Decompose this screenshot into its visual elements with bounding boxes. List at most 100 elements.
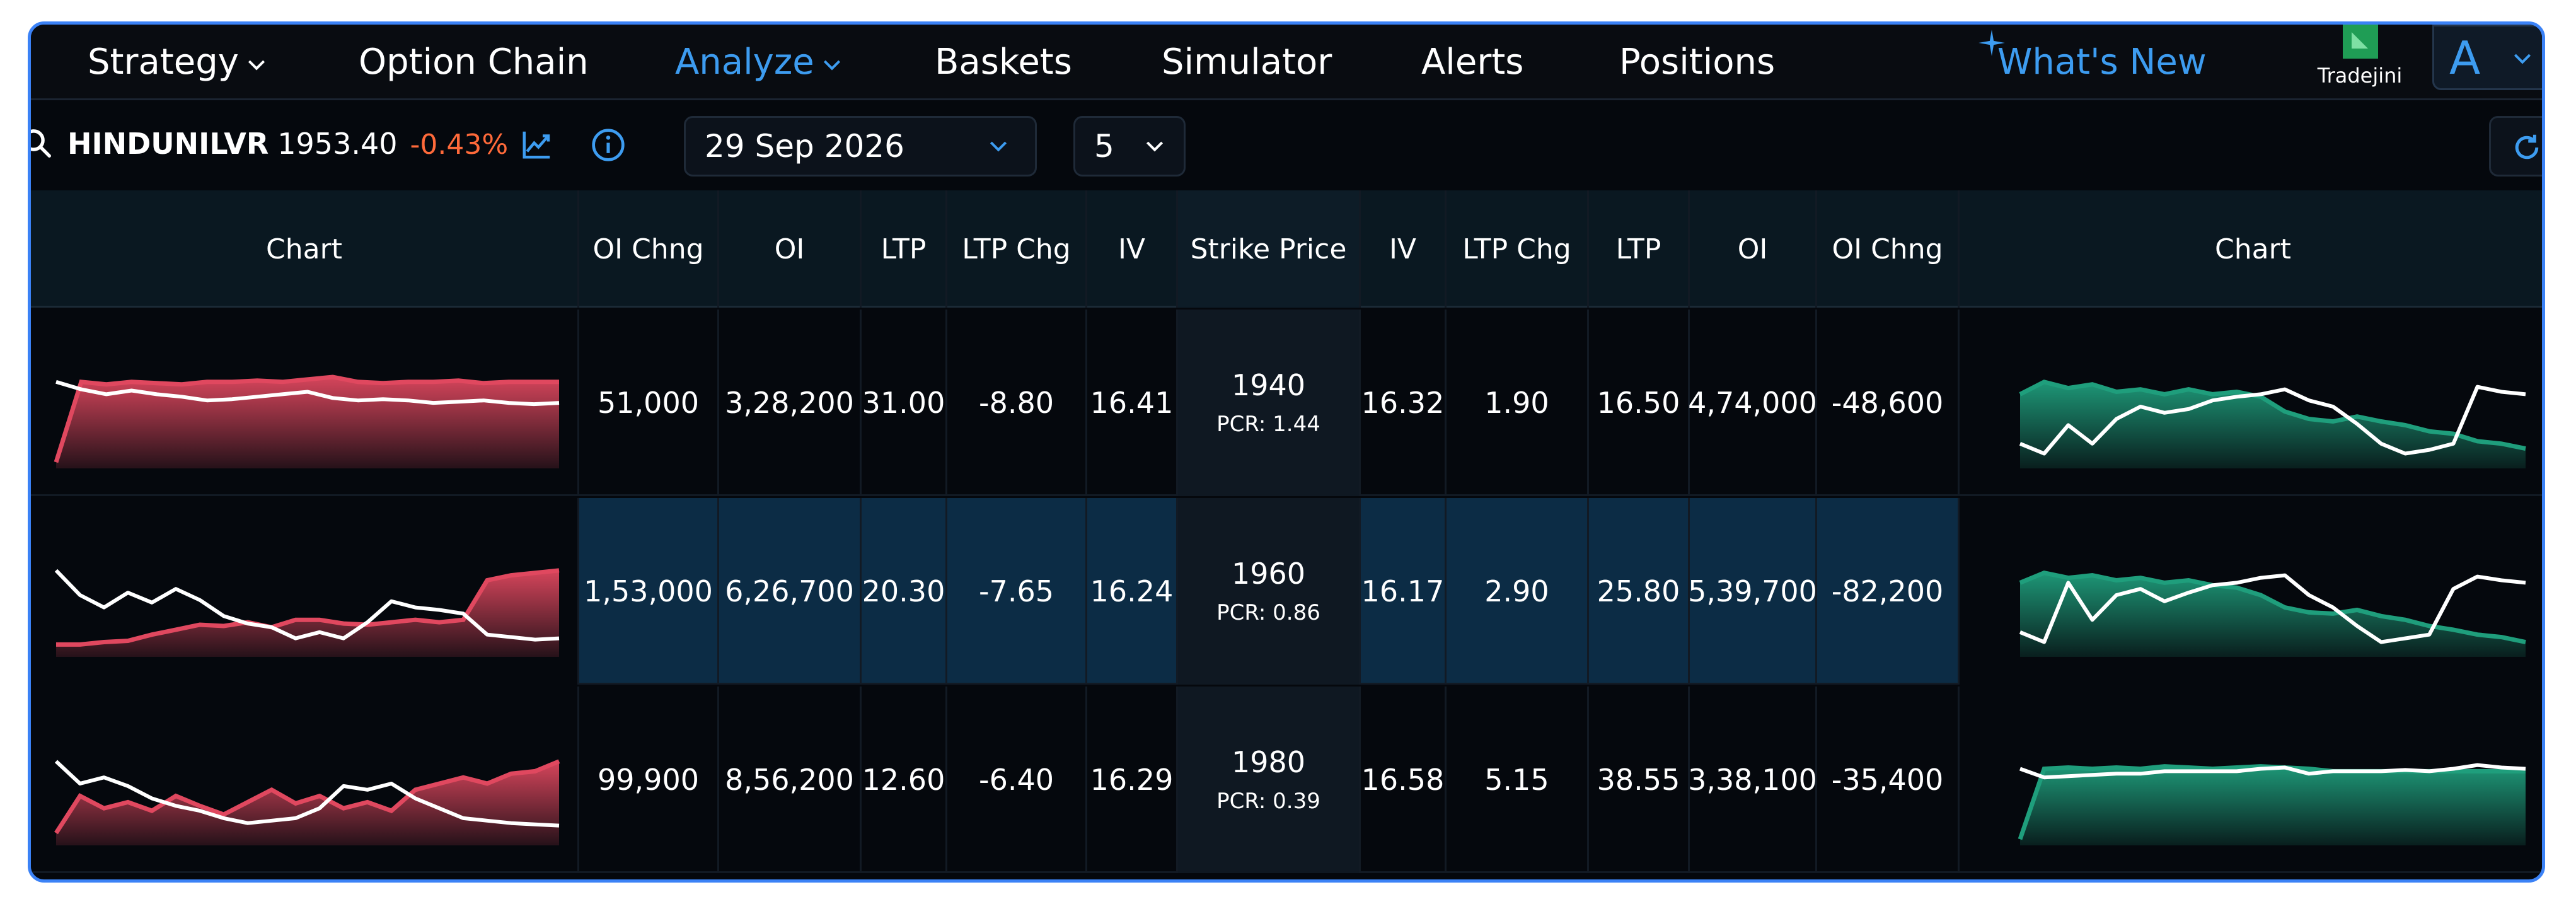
nav-analyze[interactable]: Analyze	[675, 25, 845, 100]
call-chart-cell[interactable]	[31, 498, 579, 685]
account-avatar: A	[2449, 32, 2481, 84]
nav-baskets[interactable]: Baskets	[935, 25, 1072, 100]
put-oi-chng: -48,600	[1817, 310, 1960, 496]
put-chart-cell[interactable]	[1960, 498, 2542, 685]
header-put-iv: IV	[1361, 190, 1447, 308]
pcr-value: PCR: 0.39	[1216, 789, 1320, 814]
put-oi: 4,74,000	[1688, 310, 1817, 496]
header-put-ltp: LTP	[1589, 190, 1690, 308]
put-chart-cell[interactable]	[1960, 687, 2542, 873]
search-icon[interactable]	[28, 126, 54, 160]
put-iv: 16.58	[1361, 687, 1447, 873]
sparkline-chart	[54, 568, 560, 657]
sparkline-chart	[2018, 763, 2526, 845]
call-oi-chng: 51,000	[579, 310, 719, 496]
nav-positions[interactable]: Positions	[1619, 25, 1775, 100]
header-put-oi: OI	[1690, 190, 1817, 308]
chevron-down-icon	[819, 52, 845, 77]
sparkline-chart	[54, 759, 560, 845]
table-row[interactable]: 51,000 3,28,200 31.00 -8.80 16.41 1940 PCR: 1.…	[31, 310, 2542, 496]
header-strike-price: Strike Price	[1178, 190, 1361, 308]
whats-new-link[interactable]: What's New	[1978, 25, 2207, 100]
broker-badge[interactable]: Tradejini	[2313, 25, 2407, 100]
header-call-iv: IV	[1087, 190, 1178, 308]
account-menu-button[interactable]: A	[2432, 25, 2542, 90]
expiry-value: 29 Sep 2026	[705, 128, 904, 165]
call-oi: 6,26,700	[719, 498, 862, 685]
info-icon[interactable]	[591, 127, 626, 163]
put-iv: 16.32	[1361, 310, 1447, 496]
oi-area	[2020, 381, 2526, 468]
nav-simulator[interactable]: Simulator	[1162, 25, 1332, 100]
header-put-oi-chng: OI Chng	[1817, 190, 1960, 308]
strike-count-value: 5	[1094, 128, 1114, 165]
strike-count-select[interactable]: 5	[1073, 116, 1186, 177]
top-nav: Strategy Option Chain Analyze Baskets Simula…	[31, 25, 2542, 100]
sparkline-chart	[54, 374, 560, 468]
strike-cell: 1960 PCR: 0.86	[1178, 498, 1361, 685]
call-oi-chng: 99,900	[579, 687, 719, 873]
strike-price: 1980	[1231, 745, 1306, 779]
whats-new-label: What's New	[1997, 42, 2207, 83]
table-header: Chart OI Chng OI LTP LTP Chg IV Strike Price IV…	[31, 190, 2542, 308]
table-row[interactable]: 99,900 8,56,200 12.60 -6.40 16.29 1980 PCR: 0.…	[31, 687, 2542, 873]
strike-cell: 1980 PCR: 0.39	[1178, 687, 1361, 873]
put-oi: 3,38,100	[1688, 687, 1817, 873]
put-chart-cell[interactable]	[1960, 310, 2542, 496]
strike-cell: 1940 PCR: 1.44	[1178, 310, 1361, 496]
put-ltp[interactable]: 38.55	[1589, 687, 1690, 873]
call-chart-cell[interactable]	[31, 310, 579, 496]
call-iv: 16.41	[1087, 310, 1178, 496]
nav-label: Baskets	[935, 42, 1072, 83]
oi-area	[2020, 766, 2526, 845]
put-ltp-chg: 5.15	[1447, 687, 1589, 873]
chevron-down-icon	[1142, 133, 1167, 158]
chevron-down-icon	[986, 133, 1011, 158]
call-ltp[interactable]: 20.30	[862, 498, 947, 685]
header-call-oi: OI	[719, 190, 862, 308]
app-window: Strategy Option Chain Analyze Baskets Simula…	[28, 21, 2545, 883]
header-put-chart: Chart	[1960, 190, 2542, 308]
refresh-button[interactable]	[2489, 116, 2542, 177]
put-ltp-chg: 2.90	[1447, 498, 1589, 685]
nav-strategy[interactable]: Strategy	[88, 25, 269, 100]
nav-label: Analyze	[675, 42, 814, 83]
header-call-ltp: LTP	[862, 190, 947, 308]
chevron-down-icon	[244, 52, 269, 77]
put-ltp[interactable]: 25.80	[1589, 498, 1690, 685]
header-call-ltp-chg: LTP Chg	[947, 190, 1087, 308]
call-oi: 3,28,200	[719, 310, 862, 496]
chart-icon[interactable]	[520, 127, 554, 161]
put-iv: 16.17	[1361, 498, 1447, 685]
put-oi-chng: -82,200	[1817, 498, 1960, 685]
broker-logo-icon	[2343, 25, 2378, 59]
nav-label: Positions	[1619, 42, 1776, 83]
nav-alerts[interactable]: Alerts	[1421, 25, 1523, 100]
symbol-price: 1953.40	[277, 127, 398, 161]
symbol-name: HINDUNILVR	[67, 127, 269, 161]
put-oi-chng: -35,400	[1817, 687, 1960, 873]
call-iv: 16.24	[1087, 498, 1178, 685]
call-ltp-chg: -8.80	[947, 310, 1087, 496]
nav-label: Simulator	[1162, 42, 1332, 83]
nav-option-chain[interactable]: Option Chain	[359, 25, 589, 100]
header-call-chart: Chart	[31, 190, 579, 308]
put-ltp[interactable]: 16.50	[1589, 310, 1690, 496]
strike-price: 1940	[1231, 368, 1306, 402]
call-ltp[interactable]: 12.60	[862, 687, 947, 873]
call-oi: 8,56,200	[719, 687, 862, 873]
toolbar: HINDUNILVR 1953.40 -0.43% 29 Sep 2026 5	[31, 102, 2542, 190]
sparkline-chart	[2019, 571, 2526, 657]
symbol-quote[interactable]: HINDUNILVR 1953.40 -0.43%	[67, 124, 508, 165]
call-oi-chng: 1,53,000	[579, 498, 719, 685]
refresh-icon	[2515, 134, 2539, 159]
header-put-ltp-chg: LTP Chg	[1447, 190, 1589, 308]
broker-name: Tradejini	[2317, 64, 2403, 88]
expiry-select[interactable]: 29 Sep 2026	[684, 116, 1037, 177]
call-chart-cell[interactable]	[31, 687, 579, 873]
put-oi: 5,39,700	[1688, 498, 1817, 685]
nav-label: Strategy	[88, 42, 239, 83]
table-row[interactable]: 1,53,000 6,26,700 20.30 -7.65 16.24 1960 PCR: …	[31, 498, 2542, 685]
option-chain-table: Chart OI Chng OI LTP LTP Chg IV Strike Price IV…	[31, 190, 2542, 879]
call-ltp[interactable]: 31.00	[862, 310, 947, 496]
